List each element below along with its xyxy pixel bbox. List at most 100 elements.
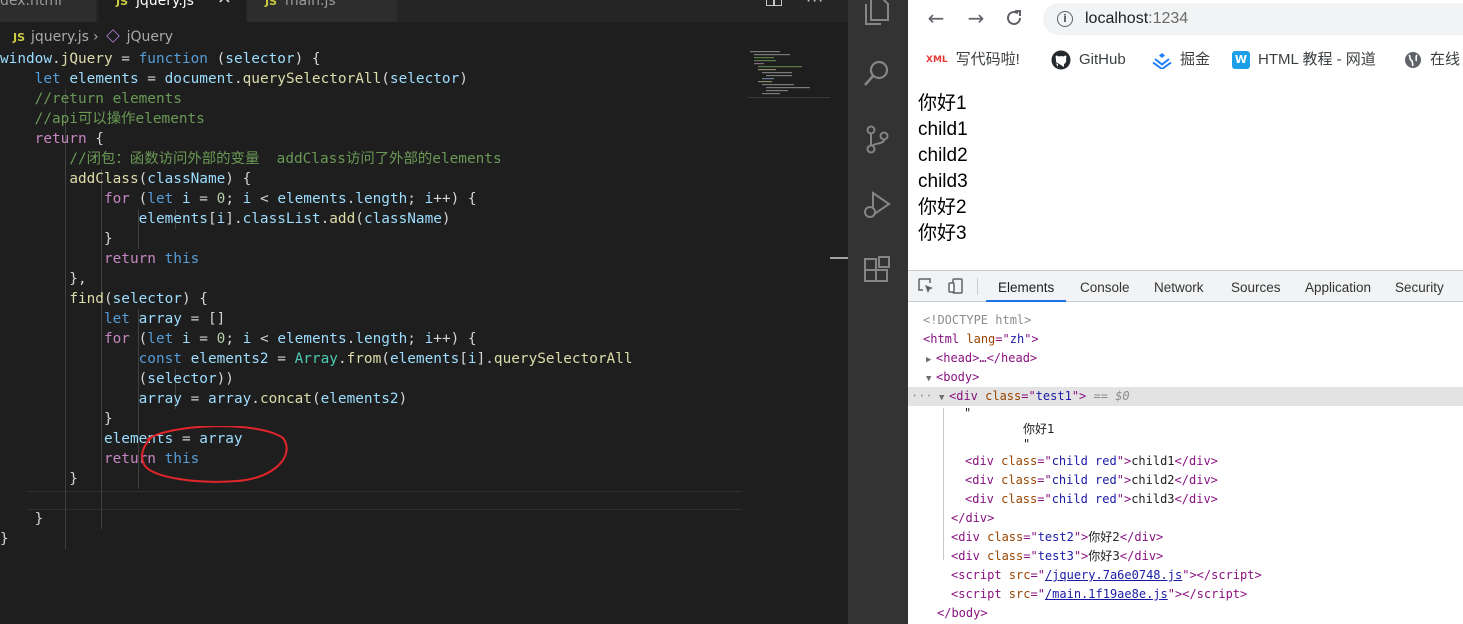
dom-tree[interactable]: <!DOCTYPE html> <html lang="zh"> ▶ <head>… <box>908 311 1463 623</box>
dom-script-main[interactable]: <script src="/main.1f19ae8e.js"></script… <box>908 585 1463 604</box>
breadcrumb-symbol[interactable]: jQuery <box>127 29 173 45</box>
close-icon[interactable]: × <box>217 0 232 7</box>
browser-window: ← → i localhost:1234 XML 写代码啦! GitHub 掘金 <box>908 0 1463 624</box>
more-dots-icon[interactable]: ··· <box>908 387 939 406</box>
tab-index-html[interactable]: dex.html <box>0 0 96 22</box>
code-line[interactable]: return { <box>0 129 760 149</box>
code-line[interactable]: } <box>0 529 760 549</box>
dom-div-child[interactable]: <div class="child red">child2</div> <box>908 471 1463 490</box>
browser-toolbar: ← → i localhost:1234 <box>908 0 1463 38</box>
code-editor[interactable]: dex.html JS jquery.js × JS main.js ··· JS j… <box>0 0 848 624</box>
inspect-element-icon[interactable] <box>918 278 934 294</box>
dom-div-close[interactable]: </div> <box>908 509 1463 528</box>
code-line[interactable]: //闭包：函数访问外部的变量 addClass访问了外部的elements <box>0 149 760 169</box>
code-line[interactable]: for (let i = 0; i < elements.length; i++… <box>0 189 760 209</box>
extensions-icon[interactable] <box>862 256 892 286</box>
split-editor-icon[interactable] <box>766 0 782 6</box>
code-line[interactable]: let array = [] <box>0 309 760 329</box>
js-file-icon: JS <box>265 0 278 8</box>
code-line[interactable]: } <box>0 469 760 489</box>
page-text-line: child1 <box>918 119 968 140</box>
page-content: 你好1 child1 child2 child3 你好2 你好3 <box>918 91 968 247</box>
tab-network[interactable]: Network <box>1154 271 1204 302</box>
dom-text-node[interactable]: 你好1 <box>908 420 1463 440</box>
forward-arrow-icon[interactable]: → <box>964 4 988 32</box>
symbol-icon <box>105 29 120 43</box>
dom-div-test3[interactable]: <div class="test3">你好3</div> <box>908 547 1463 566</box>
code-line[interactable]: (selector)) <box>0 369 760 389</box>
scrollbar-marker[interactable] <box>830 257 848 259</box>
code-line[interactable]: //api可以操作elements <box>0 109 760 129</box>
code-line[interactable]: find(selector) { <box>0 289 760 309</box>
code-line[interactable]: array = array.concat(elements2) <box>0 389 760 409</box>
tab-sources[interactable]: Sources <box>1231 271 1281 302</box>
dom-head[interactable]: ▶ <head>…</head> <box>908 349 1463 368</box>
tab-label: dex.html <box>0 0 62 9</box>
dom-indent-guide <box>943 408 944 560</box>
bookmark-item[interactable]: GitHub <box>1051 50 1126 70</box>
code-line[interactable]: for (let i = 0; i < elements.length; i++… <box>0 329 760 349</box>
code-line[interactable]: return this <box>0 449 760 469</box>
code-line[interactable]: const elements2 = Array.from(elements[i]… <box>0 349 760 369</box>
code-line[interactable]: elements[i].classList.add(className) <box>0 209 760 229</box>
bookmark-item[interactable]: 掘金 <box>1152 50 1210 70</box>
dom-div-child[interactable]: <div class="child red">child1</div> <box>908 452 1463 471</box>
explorer-icon[interactable] <box>862 0 892 26</box>
dom-body-close[interactable]: </body> <box>908 604 1463 623</box>
dom-div-test1[interactable]: ··· ▼ <div class="test1"> == $0 <box>908 387 1463 406</box>
bookmark-item[interactable]: XML 写代码啦! <box>926 50 1020 70</box>
xml-icon: XML <box>926 55 948 66</box>
minimap[interactable] <box>748 50 830 100</box>
script-src-link[interactable]: /jquery.7a6e0748.js <box>1045 568 1182 582</box>
page-text-line: 你好2 <box>918 197 967 218</box>
tab-application[interactable]: Application <box>1305 271 1371 302</box>
breadcrumb-file[interactable]: jquery.js <box>31 29 89 45</box>
info-icon[interactable]: i <box>1057 11 1073 27</box>
chevron-right-icon: › <box>92 29 99 45</box>
dom-script-jquery[interactable]: <script src="/jquery.7a6e0748.js"></scri… <box>908 566 1463 585</box>
code-line[interactable]: let elements = document.querySelectorAll… <box>0 69 760 89</box>
run-debug-icon[interactable] <box>862 190 892 220</box>
page-text-line: child2 <box>918 145 968 166</box>
code-line[interactable]: } <box>0 509 760 529</box>
tab-console[interactable]: Console <box>1080 271 1130 302</box>
dom-html[interactable]: <html lang="zh"> <box>908 330 1463 349</box>
code-line[interactable]: addClass(className) { <box>0 169 760 189</box>
devtools-tab-bar: Elements Console Network Sources Applica… <box>908 271 1463 302</box>
bookmark-item[interactable]: 在线 <box>1404 50 1460 70</box>
dom-text-quote[interactable]: " <box>908 406 1463 420</box>
dom-div-child[interactable]: <div class="child red">child3</div> <box>908 490 1463 509</box>
tab-jquery-js[interactable]: JS jquery.js × <box>98 0 246 22</box>
dom-body[interactable]: ▼ <body> <box>908 368 1463 387</box>
devtools-panel: Elements Console Network Sources Applica… <box>908 270 1463 624</box>
code-line[interactable]: elements = array <box>0 429 760 449</box>
page-text-line: 你好3 <box>918 223 967 244</box>
code-line[interactable]: window.jQuery = function (selector) { <box>0 49 760 69</box>
back-arrow-icon[interactable]: ← <box>924 4 948 32</box>
code-lines: window.jQuery = function (selector) { le… <box>0 49 760 549</box>
dom-doctype[interactable]: <!DOCTYPE html> <box>908 311 1463 330</box>
code-area[interactable]: window.jQuery = function (selector) { le… <box>0 49 760 549</box>
toolbar-divider <box>977 278 978 295</box>
address-bar[interactable]: i localhost:1234 <box>1043 3 1463 35</box>
code-line[interactable] <box>0 489 760 509</box>
code-line[interactable]: } <box>0 409 760 429</box>
more-actions-icon[interactable]: ··· <box>806 0 824 10</box>
dom-text-quote[interactable]: " <box>908 438 1463 452</box>
url-text[interactable]: localhost:1234 <box>1085 3 1188 35</box>
code-line[interactable]: return this <box>0 249 760 269</box>
source-control-icon[interactable] <box>862 124 892 154</box>
url-host: localhost <box>1085 10 1149 27</box>
reload-icon[interactable] <box>1004 8 1024 28</box>
dom-div-test2[interactable]: <div class="test2">你好2</div> <box>908 528 1463 547</box>
tab-main-js[interactable]: JS main.js <box>247 0 397 22</box>
code-line[interactable]: }, <box>0 269 760 289</box>
code-line[interactable]: //return elements <box>0 89 760 109</box>
device-toolbar-icon[interactable] <box>948 278 964 294</box>
script-src-link[interactable]: /main.1f19ae8e.js <box>1045 587 1168 601</box>
tab-security[interactable]: Security <box>1395 271 1444 302</box>
tab-elements[interactable]: Elements <box>986 271 1067 302</box>
bookmark-item[interactable]: W HTML 教程 - 网道 <box>1232 50 1376 70</box>
search-icon[interactable] <box>862 58 892 88</box>
code-line[interactable]: } <box>0 229 760 249</box>
